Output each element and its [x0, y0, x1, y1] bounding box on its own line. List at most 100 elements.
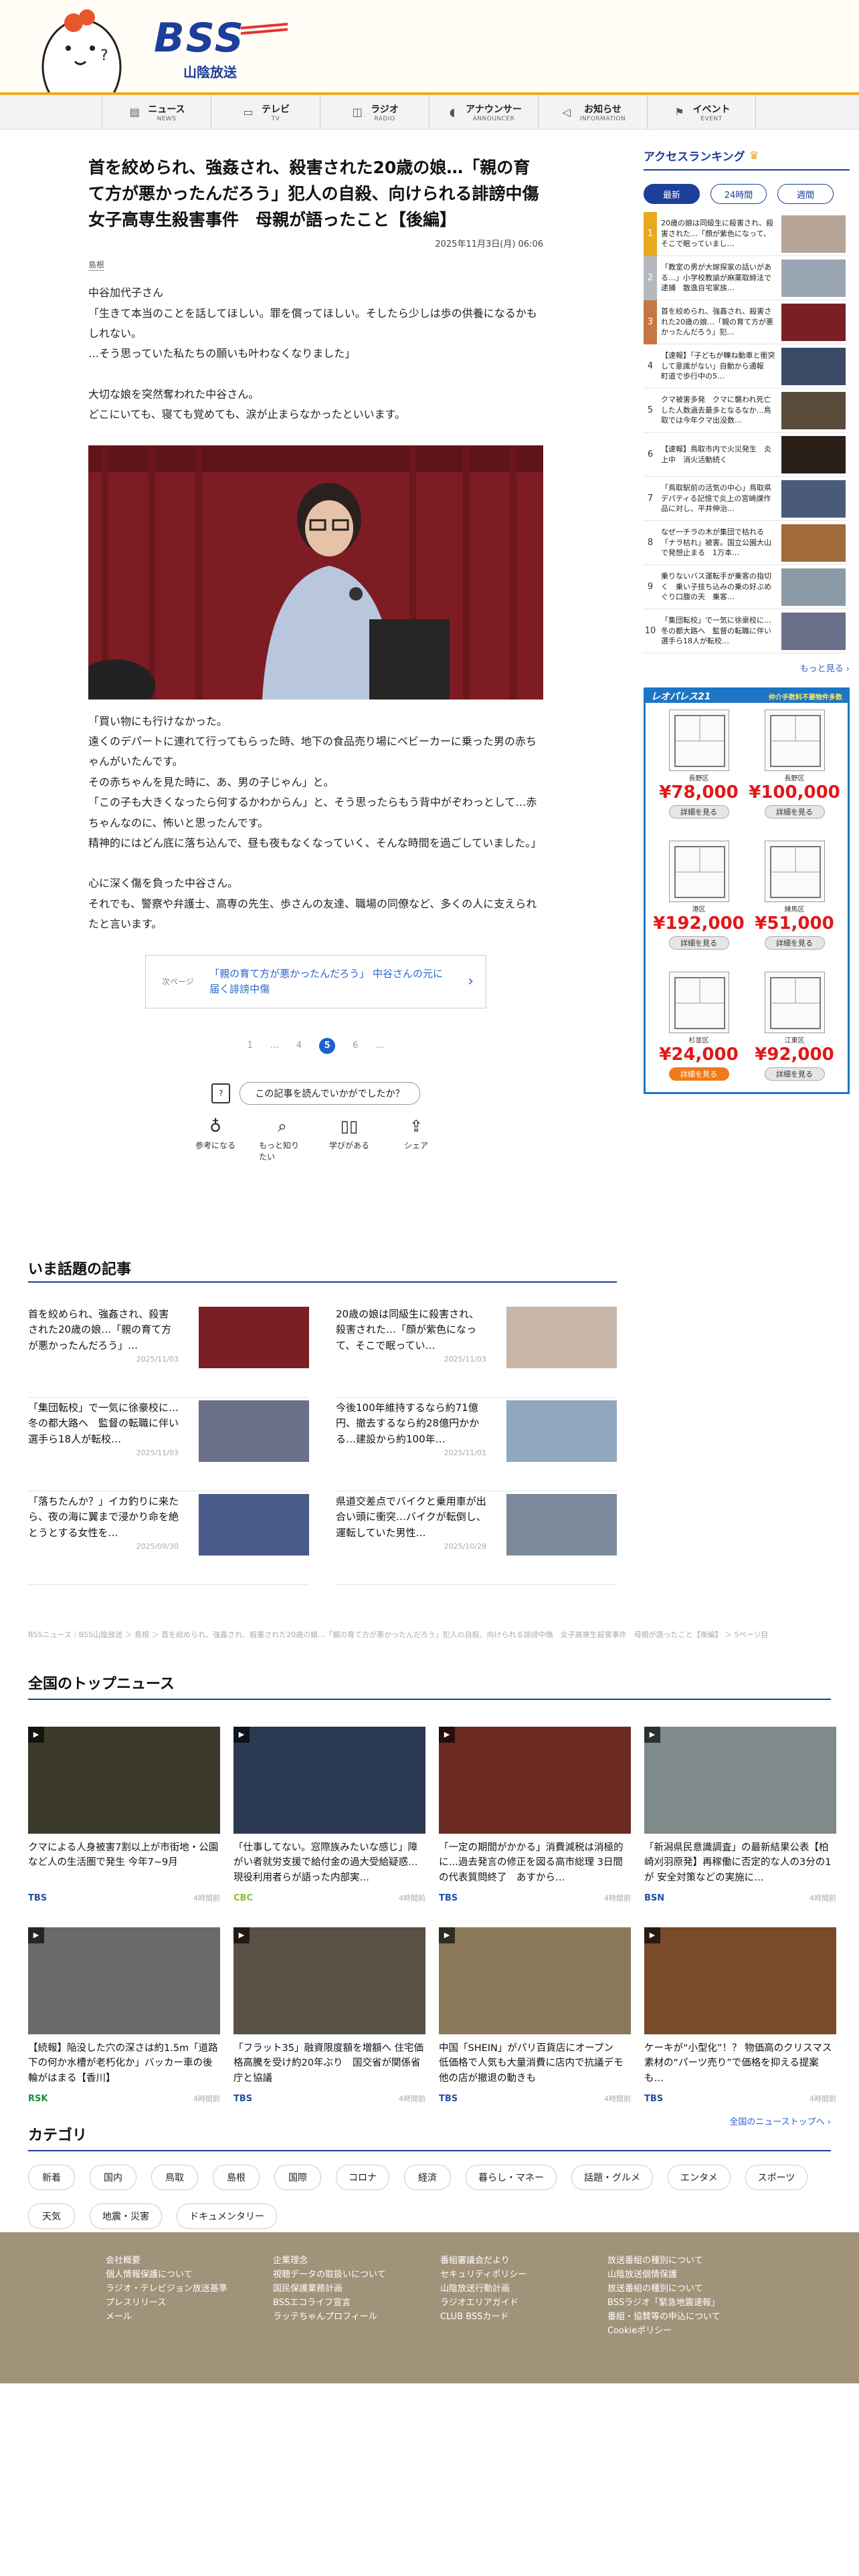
reaction-button[interactable]: ♁ 参考になる [192, 1117, 239, 1162]
ranking-item[interactable]: 6 【速報】鳥取市内で火災発生 炎上中 消火活動続く [644, 433, 850, 477]
leopalace-ad[interactable]: レオパレス21 仲介手数料不要物件多数 長野区 ¥78,000 詳細を見る 長野区 ¥1… [644, 687, 850, 1094]
category-chip[interactable]: 新着 [28, 2165, 75, 2190]
ad-detail-button[interactable]: 詳細を見る [668, 1067, 729, 1081]
footer-link[interactable]: ラジオ・テレビジョン放送基準 [106, 2282, 266, 2296]
footer-link[interactable]: メール [106, 2310, 266, 2324]
footer-link[interactable]: 個人情報保護について [106, 2268, 266, 2282]
trending-item[interactable]: 県道交差点でバイクと乗用車が出合い頭に衝突…バイクが転倒し、運転していた男性… 2… [336, 1491, 617, 1585]
ad-detail-button[interactable]: 詳細を見る [764, 1067, 825, 1081]
ranking-item[interactable]: 2 「教室の男が大嫁探家の話いがある…」小学校教諭が麻薬取締法で逮捕 散逸自宅家族… [644, 255, 850, 300]
category-chip[interactable]: 国内 [90, 2165, 136, 2190]
footer-link[interactable]: 番組審議会だより [440, 2254, 601, 2268]
ranking-item[interactable]: 5 クマ被害多発 クマに襲われ死亡した人数過去最多となるなか…鳥取では今年クマ出没… [644, 389, 850, 433]
nav-item-tv[interactable]: ▭ テレビ TV [211, 95, 320, 130]
top-news-card[interactable]: ▶ 「フラット35」融資限度額を増額へ 住宅価格高騰を受け約20年ぶり 国交省が関… [233, 1927, 425, 2104]
category-chip[interactable]: 天気 [28, 2204, 75, 2229]
footer-link[interactable]: ラッテちゃんプロフィール [273, 2310, 434, 2324]
footer-link[interactable]: 山陰放送個情保護 [607, 2268, 768, 2282]
ranking-item[interactable]: 8 なぜ一チラの木が集団で枯れる「ナラ枯れ」被害。国立公園大山で発想止まる 1万本… [644, 521, 850, 565]
footer-link[interactable]: 会社概要 [106, 2254, 266, 2268]
chevron-right-icon: › [468, 972, 474, 990]
category-chip[interactable]: 国際 [274, 2165, 321, 2190]
top-news-card[interactable]: ▶ 中国「SHEIN」がパリ百貨店にオープン 低価格で人気も大量消費に店内で抗議デ… [439, 1927, 631, 2104]
trending-item[interactable]: 「集団転校」で一気に徐豪校に…冬の都大路へ 監督の転職に伴い選手ら18人が転校…… [28, 1398, 309, 1491]
feedback-button[interactable]: この記事を読んでいかがでしたか？ [240, 1081, 420, 1105]
ranking-tab[interactable]: 週間 [777, 184, 834, 204]
footer-link[interactable]: Cookieポリシー [607, 2324, 768, 2338]
category-chip[interactable]: 鳥取 [151, 2165, 198, 2190]
next-page-link[interactable]: 次ページ 「親の育て方が悪かったんだろう」 中谷さんの元に届く誹謗中傷 › [145, 954, 486, 1008]
category-chip[interactable]: 地震・災害 [90, 2204, 162, 2229]
footer-link[interactable]: プレスリリース [106, 2296, 266, 2310]
footer-link[interactable]: 企業理念 [273, 2254, 434, 2268]
category-chip[interactable]: ドキュメンタリー [177, 2204, 277, 2229]
category-chip[interactable]: スポーツ [745, 2165, 808, 2190]
top-news-card[interactable]: ▶ 「一定の期間がかかる」消費減税は消極的に…過去発言の修正を図る高市総理 3日間… [439, 1727, 631, 1903]
footer-link[interactable]: BSSエコライフ宣言 [273, 2296, 434, 2310]
ranking-item[interactable]: 4 【速報】「子どもが轢ね動車と衝突して意識がない」自動から通報 町道で歩行中の5… [644, 344, 850, 389]
footer-link[interactable]: 国民保護業務計画 [273, 2282, 434, 2296]
ranking-item[interactable]: 3 首を絞められ、強姦され、殺害された20歳の娘…「親の育て方が悪かったんだろう」… [644, 300, 850, 344]
trending-item[interactable]: 「落ちたんか？」イカ釣りに来たら、夜の海に翼まで浸かり命を絶とうとする女性を… 2… [28, 1491, 309, 1585]
page-link[interactable]: 4 [296, 1041, 302, 1051]
ranking-item[interactable]: 10 「集団転校」で一気に徐豪校に…冬の都大路へ 監督の転職に伴い選手ら18人が転… [644, 609, 850, 653]
category-chip[interactable]: 島根 [213, 2165, 260, 2190]
footer-link[interactable]: 番組・協賛等の申込について [607, 2310, 768, 2324]
category-chip[interactable]: 暮らし・マネー [466, 2165, 557, 2190]
footer-link[interactable]: 視聴データの取扱いについて [273, 2268, 434, 2282]
top-news-card[interactable]: ▶ クマによる人身被害7割以上が市街地・公園など人の生活圏で発生 今年7~9月 TB… [28, 1727, 220, 1903]
nav-item-announcer[interactable]: ◖ アナウンサー ANNOUNCER [429, 95, 538, 130]
ranking-more-link[interactable]: もっと見る › [644, 661, 850, 674]
top-news-divider [28, 1699, 831, 1700]
ranking-thumbnail [781, 479, 846, 518]
ad-listing[interactable]: 長野区 ¥78,000 詳細を見る [651, 707, 747, 834]
page-link[interactable]: 6 [353, 1041, 358, 1051]
nav-item-radio[interactable]: ◫ ラジオ RADIO [320, 95, 429, 130]
ranking-item[interactable]: 7 「鳥取駅前の活気の中心」鳥取県デパティる記憶で炎上の宮崎課作品に対し、平井伸治… [644, 477, 850, 521]
ad-listing[interactable]: 杉並区 ¥24,000 詳細を見る [651, 969, 747, 1096]
footer-link[interactable]: BSSラジオ「緊急地震速報」 [607, 2296, 768, 2310]
top-news-card[interactable]: ▶ 「仕事してない。窓際族みたいな感じ」障がい者就労支援で給付金の過大受給疑惑…現… [233, 1727, 425, 1903]
ad-detail-button[interactable]: 詳細を見る [668, 936, 729, 950]
ad-detail-button[interactable]: 詳細を見る [764, 805, 825, 819]
reaction-button[interactable]: ▯▯ 学びがある [326, 1117, 373, 1162]
top-news-card[interactable]: ▶ 【続報】陥没した穴の深さは約1.5m「道路下の何か水槽が老朽化か」バッカー車の… [28, 1927, 220, 2104]
bss-logo[interactable]: BSS 山陰放送 [154, 15, 288, 82]
ad-detail-button[interactable]: 詳細を見る [668, 805, 729, 819]
footer-link[interactable]: 山陰放送行動計画 [440, 2282, 601, 2296]
nav-item-information[interactable]: ◁ お知らせ INFORMATION [538, 95, 647, 130]
ranking-item[interactable]: 9 乗りないバス運転手が乗客の指切く 乗い子技ち込みの乗の好ぶめぐり口腹の天 乗客… [644, 565, 850, 609]
top-news-card[interactable]: ▶ 「新潟県民意識調査」の最新結果公表【柏崎刈羽原発】再稼働に否定的な人の3分の1… [644, 1727, 836, 1903]
category-chip[interactable]: 経済 [404, 2165, 451, 2190]
mascot-logo[interactable]: ? [40, 0, 140, 92]
category-chip[interactable]: 話題・グルメ [571, 2165, 653, 2190]
ranking-item[interactable]: 1 20歳の娘は同級生に殺害され、殺害された…「顔が紫色になって、そこで眠っていま… [644, 211, 850, 256]
trending-item[interactable]: 首を絞められ、強姦され、殺害された20歳の娘…「親の育て方が悪かったんだろう」…… [28, 1304, 309, 1398]
footer-link[interactable]: 放送番組の種別について [607, 2282, 768, 2296]
trending-item[interactable]: 今後100年維持するなら約71億円、撤去するなら約28億円かかる…建設から約10… [336, 1398, 617, 1491]
ad-listing[interactable]: 港区 ¥192,000 詳細を見る [651, 838, 747, 965]
ad-detail-button[interactable]: 詳細を見る [764, 936, 825, 950]
region-tag[interactable]: 島根 [88, 259, 105, 272]
footer-link[interactable]: CLUB BSSカード [440, 2310, 601, 2324]
reaction-button[interactable]: ⇪ シェア [393, 1117, 440, 1162]
breadcrumb[interactable]: BSSニュース｜BSS山陰放送 ＞ 島根 ＞ 首を絞められ、強姦され、殺害された… [28, 1629, 831, 1640]
nav-item-event[interactable]: ⚑ イベント EVENT [647, 95, 756, 130]
footer-link[interactable]: セキュリティポリシー [440, 2268, 601, 2282]
reaction-button[interactable]: ⌕ もっと知りたい [259, 1117, 306, 1162]
ranking-tab[interactable]: 最新 [644, 184, 700, 204]
ad-listing[interactable]: 長野区 ¥100,000 詳細を見る [747, 707, 842, 834]
ad-listing[interactable]: 練馬区 ¥51,000 詳細を見る [747, 838, 842, 965]
ad-listing[interactable]: 江東区 ¥92,000 詳細を見る [747, 969, 842, 1096]
page-link[interactable]: 1 [248, 1041, 253, 1051]
nav-item-news[interactable]: ▤ ニュース NEWS [102, 95, 211, 130]
page-current[interactable]: 5 [319, 1037, 336, 1054]
category-chip[interactable]: エンタメ [668, 2165, 731, 2190]
footer-link[interactable]: ラジオエリアガイド [440, 2296, 601, 2310]
top-news-source: CBC [233, 1893, 253, 1903]
ranking-tab[interactable]: 24時間 [710, 184, 767, 204]
category-chip[interactable]: コロナ [336, 2165, 389, 2190]
top-news-card[interactable]: ▶ ケーキが“小型化”！？ 物価高のクリスマス 素材の“パーツ売り”で価格を抑える… [644, 1927, 836, 2104]
trending-item[interactable]: 20歳の娘は同級生に殺害され、殺害された…「顔が紫色になって、そこで眠ってい… 2… [336, 1304, 617, 1398]
footer-link[interactable]: 放送番組の種別について [607, 2254, 768, 2268]
